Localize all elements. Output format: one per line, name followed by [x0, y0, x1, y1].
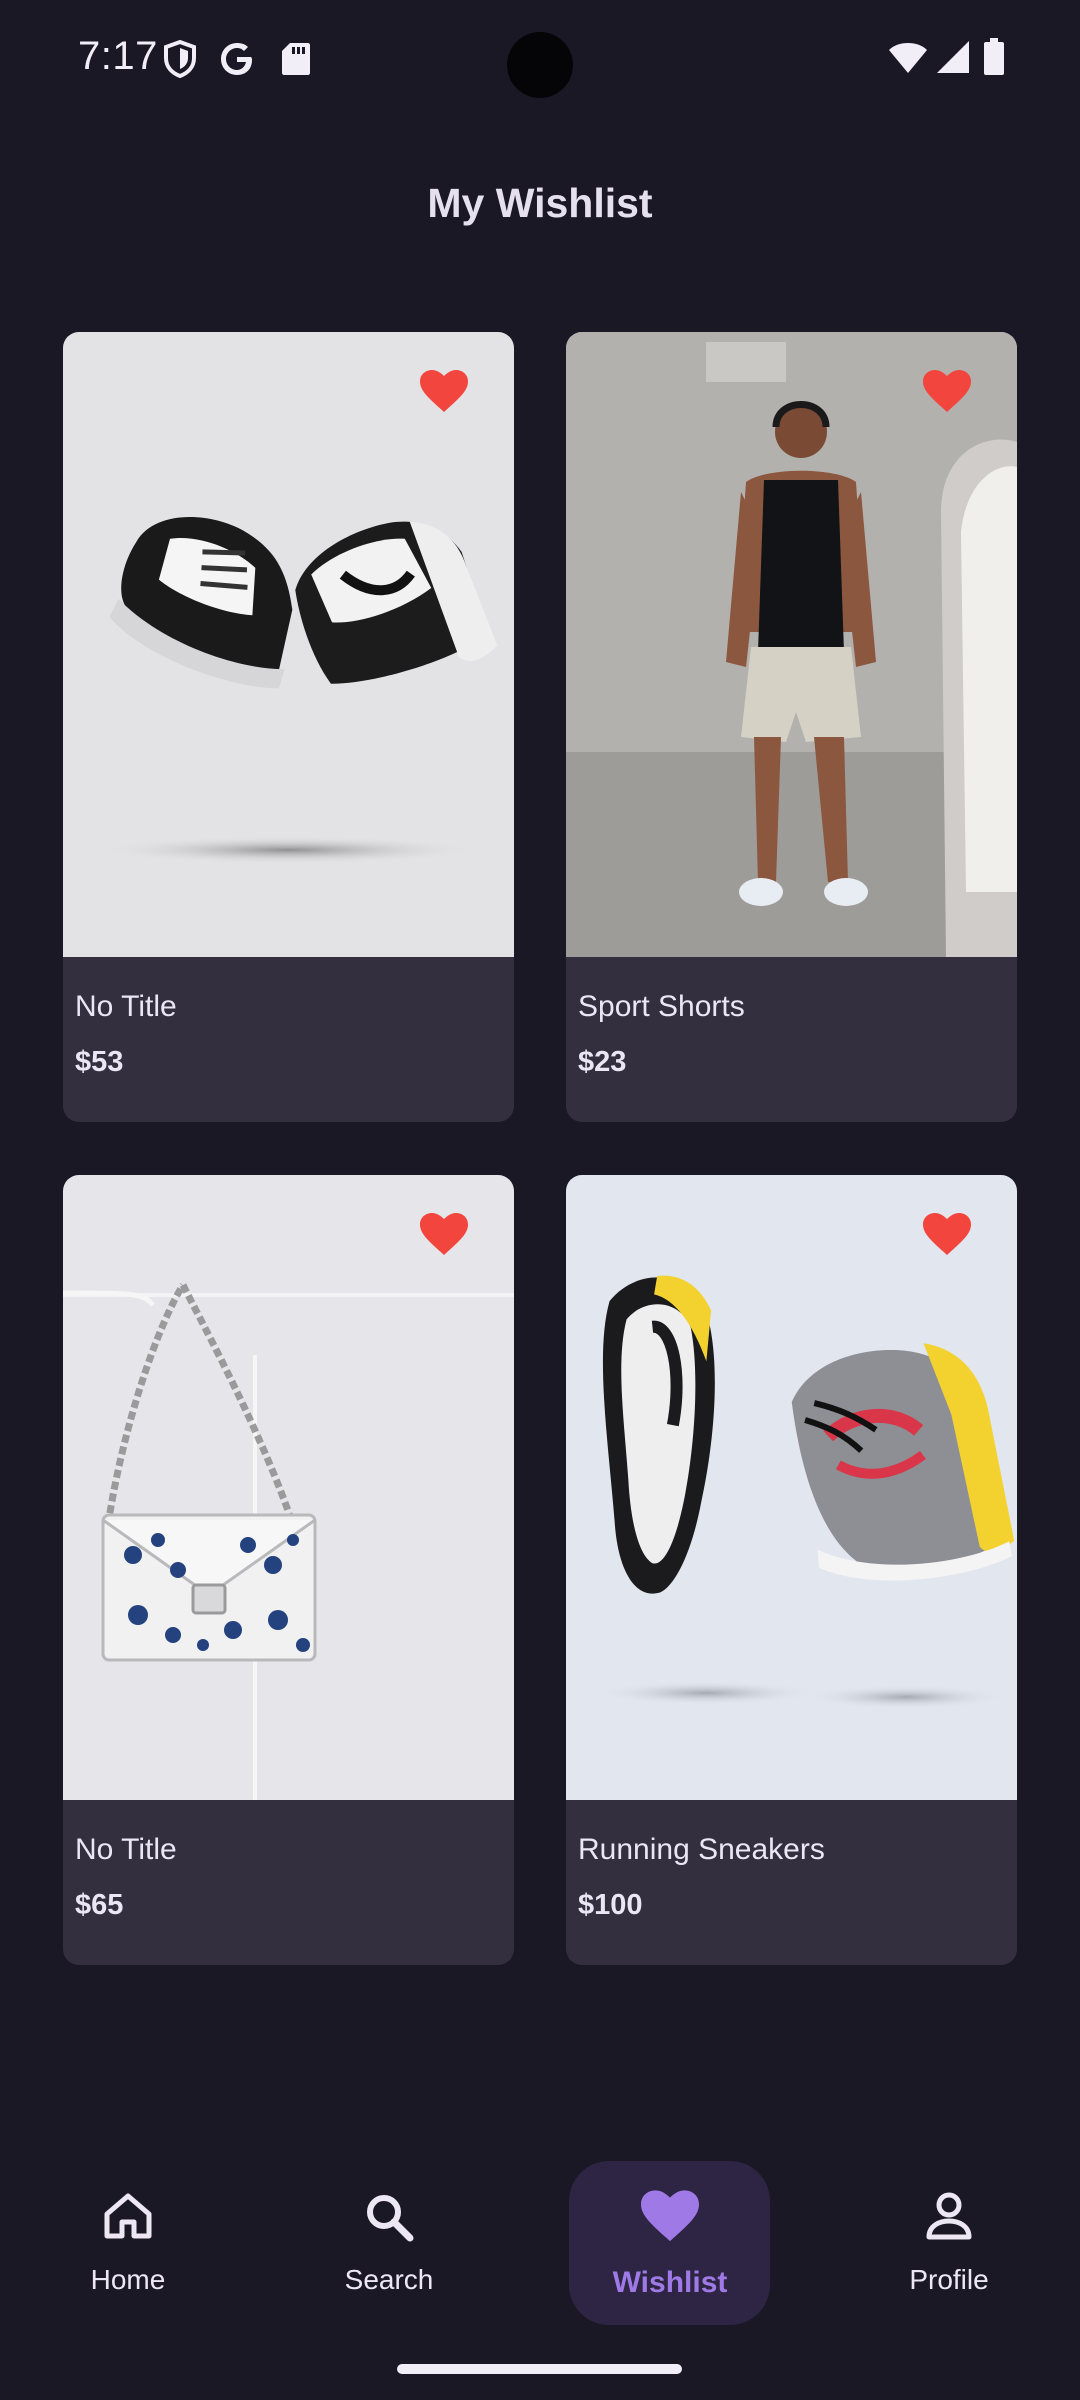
- nav-item-search[interactable]: Search: [289, 2140, 489, 2320]
- product-image: [63, 332, 514, 957]
- sd-card-icon: [281, 42, 311, 81]
- product-card[interactable]: No Title $53: [63, 332, 514, 1122]
- nav-item-profile[interactable]: Profile: [849, 2140, 1049, 2320]
- camera-cutout: [507, 32, 573, 98]
- product-image: [63, 1175, 514, 1800]
- heart-icon: [641, 2190, 699, 2249]
- nav-item-home[interactable]: Home: [28, 2140, 228, 2320]
- product-image: [566, 1175, 1017, 1800]
- product-card[interactable]: Sport Shorts $23: [566, 332, 1017, 1122]
- product-price: $23: [578, 1046, 627, 1078]
- heart-icon[interactable]: [420, 1213, 468, 1257]
- page-title: My Wishlist: [427, 180, 653, 226]
- product-title: Sport Shorts: [578, 990, 745, 1023]
- product-price: $65: [75, 1889, 124, 1921]
- product-image: [566, 332, 1017, 957]
- nav-label: Search: [344, 2264, 434, 2295]
- product-card[interactable]: Running Sneakers $100: [566, 1175, 1017, 1965]
- product-title: No Title: [75, 1833, 177, 1866]
- product-card[interactable]: No Title $65: [63, 1175, 514, 1965]
- search-icon: [364, 2192, 414, 2247]
- heart-icon[interactable]: [923, 370, 971, 414]
- google-icon: [218, 40, 256, 83]
- product-title: No Title: [75, 990, 177, 1023]
- product-title: Running Sneakers: [578, 1833, 825, 1866]
- shield-icon: [163, 39, 197, 83]
- profile-icon: [926, 2192, 972, 2245]
- home-indicator[interactable]: [397, 2364, 682, 2374]
- product-price: $53: [75, 1046, 124, 1078]
- heart-icon[interactable]: [923, 1213, 971, 1257]
- nav-label: Home: [90, 2264, 166, 2295]
- heart-icon[interactable]: [420, 370, 468, 414]
- nav-label: Profile: [909, 2264, 989, 2295]
- signal-icon: [936, 40, 970, 79]
- nav-label: Wishlist: [612, 2266, 728, 2299]
- status-bar: 7:17: [0, 0, 1080, 120]
- product-price: $100: [578, 1889, 643, 1921]
- home-icon: [102, 2192, 154, 2245]
- status-time: 7:17: [78, 34, 158, 78]
- wifi-icon: [888, 42, 928, 79]
- battery-icon: [983, 38, 1005, 81]
- nav-item-wishlist[interactable]: Wishlist: [570, 2140, 770, 2320]
